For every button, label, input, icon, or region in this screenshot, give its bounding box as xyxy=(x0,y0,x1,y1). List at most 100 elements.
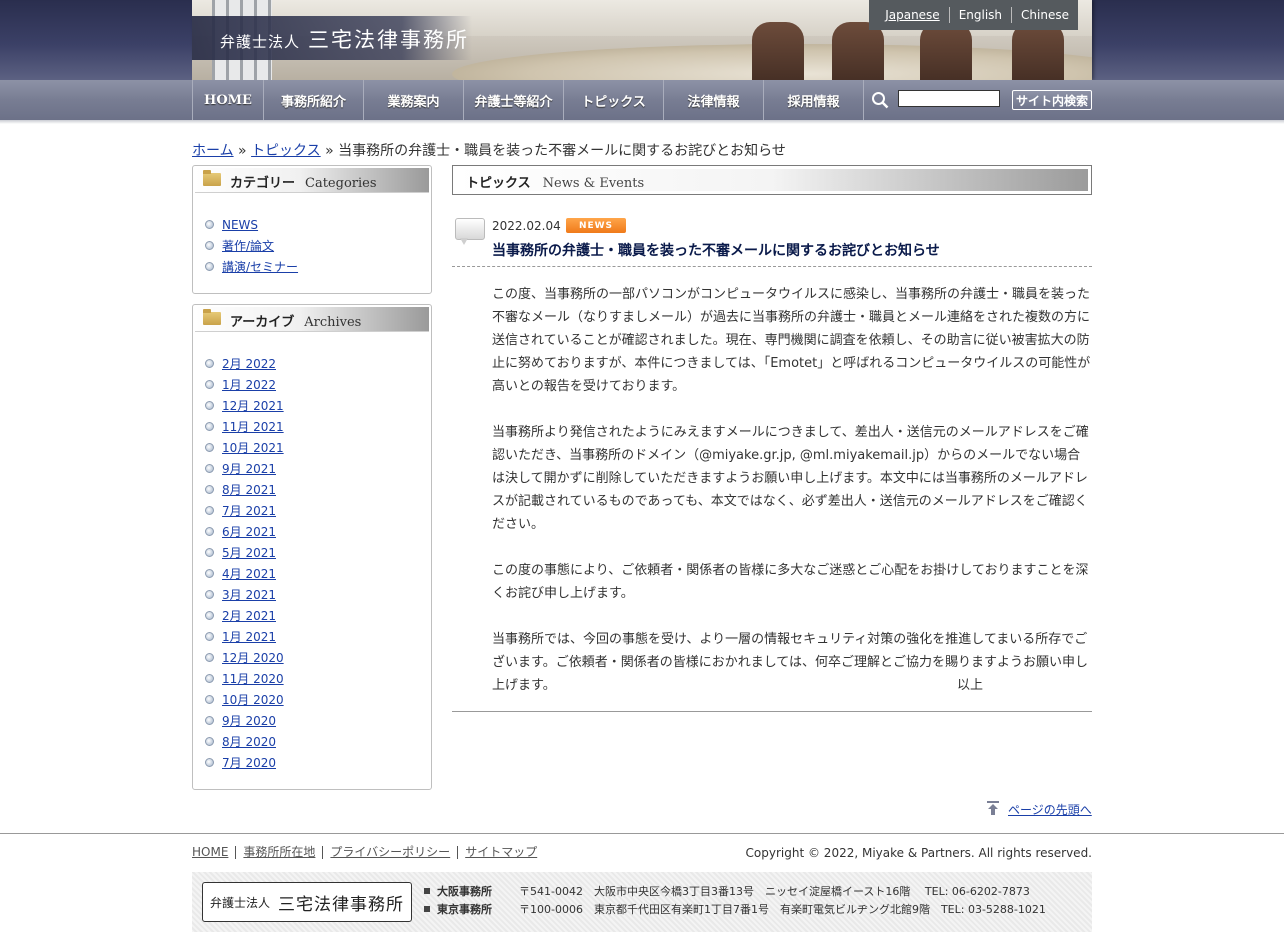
bullet-icon xyxy=(205,695,214,704)
archive-link[interactable]: 2月 2021 xyxy=(222,607,276,624)
bullet-icon xyxy=(205,380,214,389)
bullet-icon xyxy=(205,737,214,746)
folder-icon xyxy=(203,170,221,186)
archive-link[interactable]: 5月 2021 xyxy=(222,544,276,561)
breadcrumb-topics[interactable]: トピックス xyxy=(251,143,321,159)
post-paragraph: 当事務所では、今回の事態を受け、より一層の情報セキュリティ対策の強化を推進してま… xyxy=(492,632,1089,693)
nav-legal-info[interactable]: 法律情報 xyxy=(663,80,763,120)
archive-link[interactable]: 8月 2021 xyxy=(222,481,276,498)
footer-divider xyxy=(0,833,1284,834)
lang-japanese[interactable]: Japanese xyxy=(876,7,949,23)
breadcrumb-home[interactable]: ホーム xyxy=(192,143,234,159)
banner-chair xyxy=(1012,22,1064,80)
archive-link[interactable]: 12月 2021 xyxy=(222,397,284,414)
bullet-icon xyxy=(205,716,214,725)
list-item: 3月 2021 xyxy=(205,584,284,605)
list-item: 6月 2021 xyxy=(205,521,284,542)
footer-logo: 弁護士法人 三宅法律事務所 xyxy=(202,882,412,922)
square-bullet-icon xyxy=(424,906,430,912)
section-header: トピックス News & Events xyxy=(452,165,1092,195)
office-detail: 〒541-0042 大阪市中央区今橋3丁目3番13号 ニッセイ淀屋橋イースト16… xyxy=(519,885,1030,898)
archive-link[interactable]: 7月 2021 xyxy=(222,502,276,519)
list-item: 10月 2021 xyxy=(205,437,284,458)
post-paragraph: 当事務所より発信されたようにみえますメールにつきまして、差出人・送信元のメールア… xyxy=(492,425,1089,532)
footer-link-sitemap[interactable]: サイトマップ xyxy=(457,846,544,859)
footer-info: 弁護士法人 三宅法律事務所 大阪事務所 〒541-0042 大阪市中央区今橋3丁目… xyxy=(192,872,1092,932)
archive-link[interactable]: 2月 2022 xyxy=(222,355,276,372)
archive-link[interactable]: 1月 2022 xyxy=(222,376,276,393)
list-item: 9月 2020 xyxy=(205,710,284,731)
bullet-icon xyxy=(205,359,214,368)
lang-chinese[interactable]: Chinese xyxy=(1011,7,1078,23)
footer-nav: HOME 事務所所在地 プライバシーポリシー サイトマップ xyxy=(192,846,544,859)
section-title-jp: トピックス xyxy=(466,176,531,191)
bullet-icon xyxy=(205,422,214,431)
category-link[interactable]: NEWS xyxy=(222,218,258,232)
search-icon xyxy=(872,92,889,109)
list-item: 8月 2020 xyxy=(205,731,284,752)
site-logo[interactable]: 弁護士法人 三宅法律事務所 xyxy=(220,24,469,54)
nav-recruit[interactable]: 採用情報 xyxy=(763,80,864,120)
nav-shadow xyxy=(0,120,1284,124)
lang-english[interactable]: English xyxy=(948,7,1011,23)
nav-services[interactable]: 業務案内 xyxy=(363,80,463,120)
archive-link[interactable]: 4月 2021 xyxy=(222,565,276,582)
bullet-icon xyxy=(205,632,214,641)
post-body: この度、当事務所の一部パソコンがコンピュータウイルスに感染し、当事務所の弁護士・… xyxy=(492,283,1092,720)
bullet-icon xyxy=(205,674,214,683)
folder-icon xyxy=(203,309,221,325)
bullet-icon xyxy=(205,443,214,452)
categories-title-jp: カテゴリー xyxy=(230,176,296,191)
archive-link[interactable]: 9月 2021 xyxy=(222,460,276,477)
bullet-icon xyxy=(205,569,214,578)
list-item: 4月 2021 xyxy=(205,563,284,584)
archive-link[interactable]: 8月 2020 xyxy=(222,733,276,750)
bullet-icon xyxy=(205,262,214,271)
global-nav: HOME 事務所紹介 業務案内 弁護士等紹介 トピックス 法律情報 採用情報 xyxy=(192,80,864,120)
post-paragraph: この度、当事務所の一部パソコンがコンピュータウイルスに感染し、当事務所の弁護士・… xyxy=(492,287,1091,394)
archive-link[interactable]: 1月 2021 xyxy=(222,628,276,645)
bullet-icon xyxy=(205,506,214,515)
office-detail: 〒100-0006 東京都千代田区有楽町1丁目7番1号 有楽町電気ビルヂング北館… xyxy=(519,903,1046,916)
list-item: 著作/論文 xyxy=(205,235,298,256)
archive-link[interactable]: 6月 2021 xyxy=(222,523,276,540)
archive-link[interactable]: 9月 2020 xyxy=(222,712,276,729)
post-end-divider xyxy=(452,711,1092,712)
list-item: 5月 2021 xyxy=(205,542,284,563)
site-search-button[interactable]: サイト内検索 xyxy=(1012,90,1092,110)
site-search-input[interactable] xyxy=(898,90,1000,107)
logo-big-text: 三宅法律事務所 xyxy=(308,28,470,52)
archive-link[interactable]: 3月 2021 xyxy=(222,586,276,603)
copyright: Copyright © 2022, Miyake & Partners. All… xyxy=(745,846,1092,860)
archive-link[interactable]: 7月 2020 xyxy=(222,754,276,771)
footer-link-privacy[interactable]: プライバシーポリシー xyxy=(322,846,457,859)
bullet-icon xyxy=(205,527,214,536)
category-link[interactable]: 著作/論文 xyxy=(222,237,274,254)
bullet-icon xyxy=(205,485,214,494)
nav-about[interactable]: 事務所紹介 xyxy=(263,80,363,120)
archive-link[interactable]: 12月 2020 xyxy=(222,649,284,666)
categories-header: カテゴリー Categories xyxy=(195,168,429,193)
list-item: 12月 2020 xyxy=(205,647,284,668)
nav-lawyers[interactable]: 弁護士等紹介 xyxy=(463,80,563,120)
bullet-icon xyxy=(205,220,214,229)
archive-link[interactable]: 10月 2021 xyxy=(222,439,284,456)
list-item: 9月 2021 xyxy=(205,458,284,479)
footer-link-home[interactable]: HOME xyxy=(192,846,235,859)
archive-link[interactable]: 10月 2020 xyxy=(222,691,284,708)
archive-link[interactable]: 11月 2021 xyxy=(222,418,284,435)
post-signoff: 以上 xyxy=(957,678,984,693)
categories-list: NEWS 著作/論文 講演/セミナー xyxy=(205,214,298,277)
bullet-icon xyxy=(205,548,214,557)
categories-box: カテゴリー Categories NEWS 著作/論文 講演/セミナー xyxy=(192,165,432,294)
breadcrumb-separator: » xyxy=(233,143,252,159)
archive-link[interactable]: 11月 2020 xyxy=(222,670,284,687)
nav-home[interactable]: HOME xyxy=(192,80,263,120)
page-top-link[interactable]: ページの先頭へ xyxy=(1008,801,1092,818)
section-header-inner: トピックス News & Events xyxy=(456,169,1088,191)
nav-topics[interactable]: トピックス xyxy=(563,80,663,120)
office-osaka: 大阪事務所 〒541-0042 大阪市中央区今橋3丁目3番13号 ニッセイ淀屋橋… xyxy=(424,882,1030,900)
footer-link-location[interactable]: 事務所所在地 xyxy=(235,846,322,859)
category-link[interactable]: 講演/セミナー xyxy=(222,258,298,275)
section-title: トピックス News & Events xyxy=(466,172,644,191)
